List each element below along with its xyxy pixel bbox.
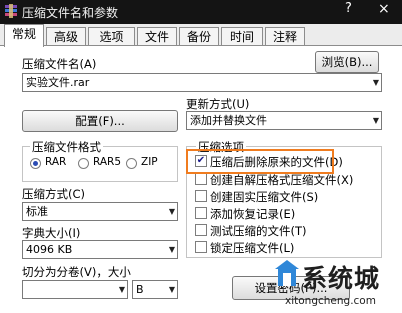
recovery-record-label: 添加恢复记录(E): [210, 207, 296, 221]
format-rar-radio[interactable]: [30, 158, 41, 169]
title-bar: 压缩文件名和参数 ? ×: [0, 0, 402, 24]
sfx-label: 创建自解压格式压缩文件(X): [210, 173, 354, 187]
recovery-record-checkbox[interactable]: [195, 207, 207, 219]
highlight-box: [186, 149, 334, 174]
tab-time[interactable]: 时间: [221, 27, 263, 45]
profiles-button[interactable]: 配置(F)...: [22, 110, 178, 132]
dict-value: 4096 KB: [26, 243, 73, 256]
split-unit-select[interactable]: B ▼: [132, 280, 178, 299]
winrar-app-icon: [5, 4, 17, 18]
update-mode-label: 更新方式(U): [186, 97, 250, 111]
format-zip-label: ZIP: [141, 156, 158, 168]
tab-general[interactable]: 常规: [4, 24, 44, 47]
watermark: 系统城 xitongcheng.com: [272, 250, 402, 313]
test-archive-label: 测试压缩的文件(T): [210, 224, 307, 238]
test-archive-checkbox[interactable]: [195, 224, 207, 236]
format-rar5-label: RAR5: [93, 156, 122, 168]
lock-archive-checkbox[interactable]: [195, 241, 207, 253]
tab-files[interactable]: 文件: [137, 27, 177, 45]
help-button[interactable]: ?: [345, 1, 352, 16]
archive-name-value: 实验文件.rar: [26, 76, 90, 89]
dict-label: 字典大小(I): [22, 226, 81, 240]
format-rar-label: RAR: [45, 156, 67, 168]
chevron-down-icon: ▼: [118, 285, 125, 294]
split-unit-value: B: [136, 283, 144, 296]
tab-options[interactable]: 选项: [88, 27, 135, 45]
format-group-title: 压缩文件格式: [30, 139, 103, 155]
sfx-checkbox[interactable]: [195, 173, 207, 185]
solid-archive-checkbox[interactable]: [195, 190, 207, 202]
dict-select[interactable]: 4096 KB ▼: [22, 240, 178, 259]
format-rar5-radio[interactable]: [78, 158, 89, 169]
tab-comment[interactable]: 注释: [265, 27, 305, 45]
method-value: 标准: [26, 205, 48, 218]
house-logo-icon: [275, 260, 299, 286]
archive-name-input[interactable]: 实验文件.rar ▼: [22, 73, 382, 92]
method-label: 压缩方式(C): [22, 187, 86, 201]
chevron-down-icon: ▼: [168, 207, 175, 216]
archive-name-label: 压缩文件名(A): [22, 57, 97, 71]
tab-advanced[interactable]: 高级: [46, 27, 86, 45]
format-zip-radio[interactable]: [126, 158, 137, 169]
chevron-down-icon: ▼: [372, 78, 379, 87]
watermark-text: 系统城: [302, 264, 381, 293]
update-mode-value: 添加并替换文件: [190, 114, 267, 127]
tab-strip: 常规 高级 选项 文件 备份 时间 注释: [0, 24, 402, 47]
chevron-down-icon: ▼: [168, 245, 175, 254]
chevron-down-icon: ▼: [168, 285, 175, 294]
tab-backup[interactable]: 备份: [179, 27, 219, 45]
split-label: 切分为分卷(V)，大小: [22, 265, 131, 279]
method-select[interactable]: 标准 ▼: [22, 202, 178, 221]
browse-button[interactable]: 浏览(B)...: [315, 51, 379, 73]
chevron-down-icon: ▼: [372, 116, 379, 125]
window-title: 压缩文件名和参数: [22, 6, 119, 20]
solid-archive-label: 创建固实压缩文件(S): [210, 190, 319, 204]
watermark-url: xitongcheng.com: [285, 295, 376, 307]
split-size-input[interactable]: ▼: [22, 280, 128, 299]
update-mode-select[interactable]: 添加并替换文件 ▼: [186, 111, 382, 130]
close-button[interactable]: ×: [378, 1, 390, 17]
